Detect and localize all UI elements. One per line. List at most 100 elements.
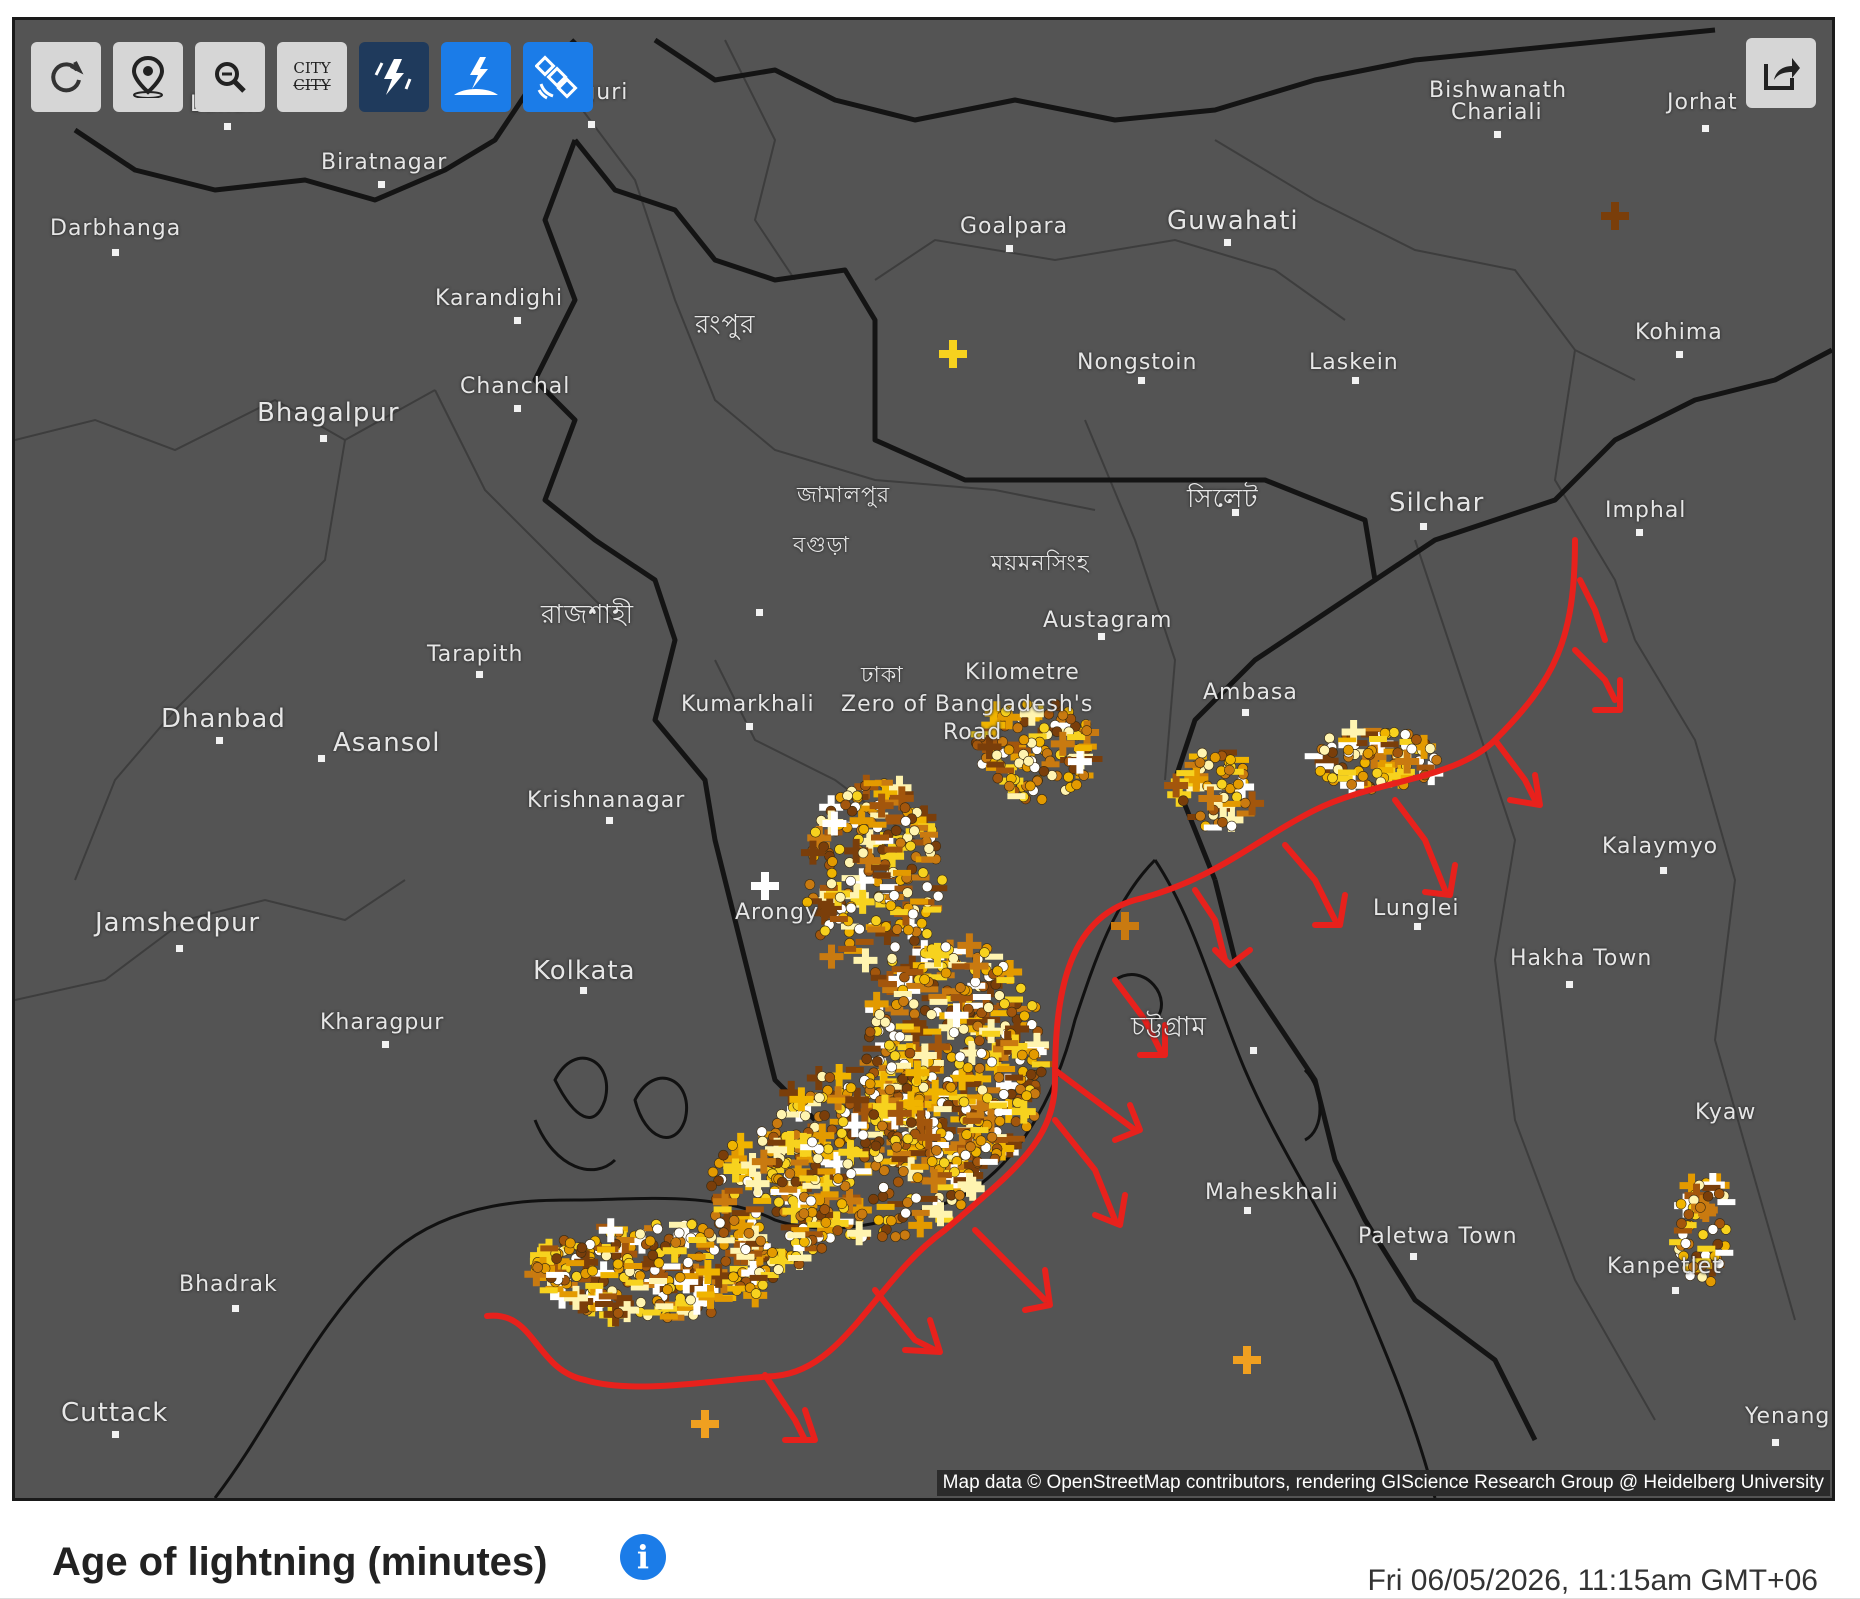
city-marker	[1413, 922, 1422, 931]
location-pin-icon	[131, 56, 165, 98]
map-label: ঢাকা	[861, 663, 904, 688]
map-label: Silchar	[1389, 488, 1485, 518]
map-label: Ambasa	[1203, 680, 1298, 705]
zoom-out-button[interactable]	[195, 42, 265, 112]
map-label: Asansol	[333, 728, 441, 758]
city-marker	[513, 316, 522, 325]
city-marker	[579, 986, 588, 995]
map-label: Road	[943, 720, 1003, 745]
map-label: Krishnanagar	[527, 788, 686, 813]
map-label: Goalpara	[960, 214, 1069, 239]
lightning-ground-button[interactable]	[441, 42, 511, 112]
map-label: জামালপুর	[797, 483, 891, 508]
city-label: CITY	[293, 59, 331, 77]
city-marker	[1409, 1252, 1418, 1261]
storm-front-annotation	[484, 537, 1623, 1443]
map-label: Yenang	[1745, 1404, 1831, 1429]
lightning-layer-button[interactable]	[359, 42, 429, 112]
lightning-map[interactable]: Siliguri Lahan Biratnagar Darbhanga Kara…	[12, 17, 1835, 1501]
city-marker	[587, 120, 596, 129]
city-marker	[1671, 1286, 1680, 1295]
city-marker	[1097, 632, 1106, 641]
city-marker	[1565, 980, 1574, 989]
city-marker	[223, 122, 232, 131]
map-label: Karandighi	[435, 286, 564, 311]
map-label: Laskein	[1309, 350, 1399, 375]
city-marker	[745, 722, 754, 731]
city-marker	[605, 816, 614, 825]
map-label: Bhadrak	[179, 1272, 278, 1297]
city-marker	[1675, 350, 1684, 359]
map-label: Austagram	[1043, 608, 1173, 633]
city-marker	[175, 944, 184, 953]
city-marker	[317, 754, 326, 763]
city-marker	[1659, 866, 1668, 875]
map-label: Chariali	[1451, 100, 1543, 125]
city-marker	[475, 670, 484, 679]
city-marker	[1223, 238, 1232, 247]
map-label: Lunglei	[1373, 896, 1460, 921]
lightning-icon	[374, 59, 412, 95]
map-label: Maheskhali	[1205, 1180, 1339, 1205]
satellite-button[interactable]	[523, 42, 593, 112]
timestamp: Fri 06/05/2026, 11:15am GMT+06	[1367, 1564, 1818, 1597]
city-toggle-button[interactable]: CITY CITY	[277, 42, 347, 112]
map-label: Nongstoin	[1077, 350, 1198, 375]
city-marker	[1351, 376, 1360, 385]
map-label: Kalaymyo	[1602, 834, 1719, 859]
map-label: রংপুর	[695, 310, 756, 340]
city-marker	[215, 736, 224, 745]
map-label: Jamshedpur	[95, 908, 261, 938]
map-label: Darbhanga	[50, 216, 182, 241]
city-marker	[1419, 522, 1428, 531]
zoom-out-icon	[215, 62, 246, 93]
city-marker	[1231, 508, 1240, 517]
map-label: Kharagpur	[320, 1010, 445, 1035]
map-label: Imphal	[1605, 498, 1687, 523]
map-label: বগুড়া	[793, 533, 850, 558]
map-label: Paletwa Town	[1358, 1224, 1518, 1249]
map-label: Jorhat	[1667, 90, 1738, 115]
city-marker	[1249, 1046, 1258, 1055]
map-label: Kilometre	[965, 660, 1080, 685]
map-label: Kanpetlet	[1607, 1254, 1722, 1279]
city-marker	[1243, 1206, 1252, 1215]
refresh-button[interactable]	[31, 42, 101, 112]
map-label: চট্টগ্রাম	[1131, 1012, 1207, 1042]
city-marker	[1137, 376, 1146, 385]
info-icon[interactable]: i	[620, 1534, 666, 1580]
map-label: সিলেট	[1187, 484, 1259, 514]
city-marker	[1005, 244, 1014, 253]
city-marker	[1771, 1438, 1780, 1447]
map-label: ময়মনসিংহ	[991, 551, 1090, 576]
location-button[interactable]	[113, 42, 183, 112]
map-label: Kolkata	[533, 956, 636, 986]
lightning-ground-icon	[454, 57, 498, 95]
map-label: Biratnagar	[321, 150, 448, 175]
map-label: Chanchal	[460, 374, 571, 399]
map-label: Kohima	[1635, 320, 1723, 345]
legend-title: Age of lightning (minutes)	[52, 1540, 548, 1584]
map-label: রাজশাহী	[541, 600, 635, 630]
share-icon	[1764, 58, 1800, 90]
city-marker	[111, 248, 120, 257]
map-label: Arongy	[735, 900, 819, 925]
city-marker	[1635, 528, 1644, 537]
map-label: Dhanbad	[161, 704, 286, 734]
map-label: Cuttack	[61, 1398, 169, 1428]
city-marker	[319, 434, 328, 443]
map-label: Zero of Bangladesh's	[841, 692, 1094, 717]
city-marker	[231, 1304, 240, 1313]
map-label: Kumarkhali	[681, 692, 815, 717]
map-label: Kyaw	[1695, 1100, 1757, 1125]
map-label: Tarapith	[427, 642, 524, 667]
refresh-icon	[51, 61, 84, 93]
map-label: Guwahati	[1167, 206, 1299, 236]
city-marker	[513, 404, 522, 413]
city-marker	[1701, 124, 1710, 133]
map-label: Bhagalpur	[257, 398, 400, 428]
map-attribution[interactable]: Map data © OpenStreetMap contributors, r…	[936, 1470, 1830, 1496]
satellite-icon	[535, 55, 578, 100]
city-marker	[755, 608, 764, 617]
share-button[interactable]	[1746, 38, 1816, 108]
